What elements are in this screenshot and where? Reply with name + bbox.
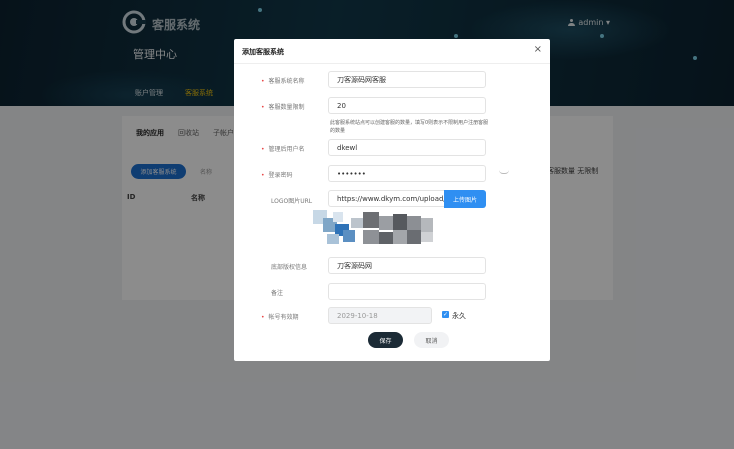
modal-divider (234, 63, 550, 64)
required-mark: • (261, 172, 265, 179)
cancel-button[interactable]: 取消 (414, 332, 449, 348)
add-service-system-modal: 添加客服系统 × • 客服系统名称 刀客源码网客服 • 客服数量限制 20 此客服系… (234, 39, 550, 361)
seat-limit-hint: 此客服系统站点可以创建客服的数量，填写0则表示不限制用户注册客服的数量 (330, 120, 489, 134)
upload-image-button[interactable]: 上传图片 (444, 190, 486, 208)
required-mark: • (261, 78, 265, 85)
footer-copyright-field[interactable]: 刀客源码网 (328, 257, 486, 274)
required-mark: • (261, 146, 265, 153)
required-mark: • (261, 314, 265, 321)
seat-limit-field[interactable]: 20 (328, 97, 486, 114)
required-mark: • (261, 104, 265, 111)
modal-title: 添加客服系统 (242, 48, 284, 56)
close-icon[interactable]: × (534, 44, 542, 55)
expiry-date-field: 2029-10-18 (328, 307, 432, 324)
logo-preview-image (313, 204, 443, 254)
forever-label[interactable]: 永久 (452, 311, 466, 321)
system-name-field[interactable]: 刀客源码网客服 (328, 71, 486, 88)
eye-closed-icon[interactable] (499, 170, 509, 174)
forever-checkbox[interactable]: ✓ (442, 311, 449, 318)
password-field[interactable]: ••••••• (328, 165, 486, 182)
note-field[interactable] (328, 283, 486, 300)
admin-username-field[interactable]: dkewl (328, 139, 486, 156)
save-button[interactable]: 保存 (368, 332, 403, 348)
